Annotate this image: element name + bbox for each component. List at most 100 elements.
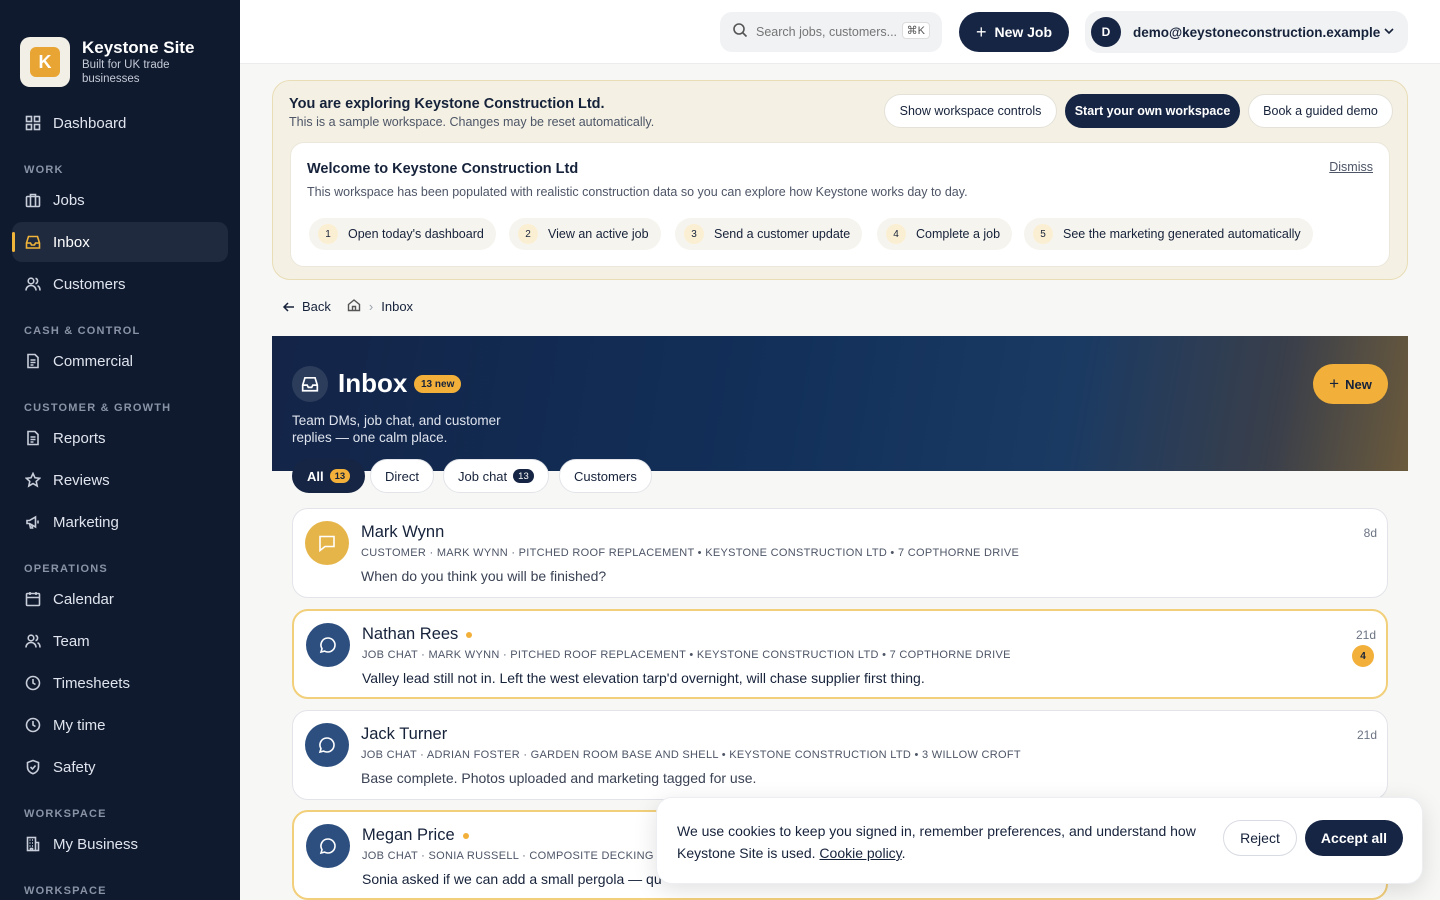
- sidebar-item-label: Safety: [53, 758, 96, 776]
- explore-title: You are exploring Keystone Construction …: [289, 96, 605, 112]
- cookie-policy-link[interactable]: Cookie policy: [819, 845, 901, 861]
- cookie-text: We use cookies to keep you signed in, re…: [677, 820, 1197, 864]
- conversation-meta: Job chat · Sonia Russell · Composite Dec…: [362, 850, 673, 862]
- sidebar-item-label: Marketing: [53, 513, 119, 531]
- welcome-subtitle: This workspace has been populated with r…: [307, 185, 968, 199]
- new-job-label: New Job: [994, 24, 1053, 40]
- sidebar-item-my-time[interactable]: My time: [12, 705, 228, 745]
- search-input[interactable]: [756, 25, 896, 39]
- shield-icon: [25, 759, 41, 775]
- tab-label: Direct: [385, 468, 419, 484]
- plus-icon: +: [975, 21, 987, 42]
- sidebar-item-reports[interactable]: Reports: [12, 418, 228, 458]
- message-circle-icon: [306, 623, 350, 667]
- team-icon: [25, 633, 41, 649]
- conversation-meta: Job chat · Adrian Foster · Garden Room B…: [361, 749, 1021, 761]
- section-label-growth: CUSTOMER & GROWTH: [24, 402, 172, 414]
- star-icon: [25, 472, 41, 488]
- reject-cookies-button[interactable]: Reject: [1223, 820, 1297, 856]
- show-workspace-controls-button[interactable]: Show workspace controls: [884, 94, 1057, 128]
- step-number: 5: [1033, 224, 1053, 244]
- step-number: 1: [318, 224, 338, 244]
- section-label-work: WORK: [24, 164, 64, 176]
- new-label: New: [1345, 376, 1372, 392]
- dismiss-link[interactable]: Dismiss: [1329, 160, 1373, 174]
- sidebar-item-dashboard[interactable]: Dashboard: [12, 103, 228, 143]
- step-number: 2: [518, 224, 538, 244]
- step-1[interactable]: 1 Open today's dashboard: [309, 218, 496, 250]
- sidebar-item-my-business[interactable]: My Business: [12, 824, 228, 864]
- section-label-cash: CASH & CONTROL: [24, 325, 141, 337]
- step-3[interactable]: 3 Send a customer update: [675, 218, 863, 250]
- new-job-button[interactable]: + New Job: [959, 12, 1069, 52]
- clock-icon: [25, 675, 41, 691]
- step-number: 3: [684, 224, 704, 244]
- brand-name: Keystone Site: [82, 38, 195, 57]
- conversation-row[interactable]: Jack Turner Job chat · Adrian Foster · G…: [292, 710, 1388, 800]
- inbox-icon: [292, 366, 328, 402]
- step-label: Send a customer update: [714, 227, 851, 241]
- users-icon: [25, 276, 41, 292]
- sidebar-item-commercial[interactable]: Commercial: [12, 341, 228, 381]
- unread-count-badge: 4: [1352, 645, 1374, 667]
- user-menu[interactable]: D demo@keystoneconstruction.example: [1085, 11, 1408, 53]
- inbox-hero: Inbox 13 new Team DMs, job chat, and cus…: [272, 336, 1408, 471]
- sender-name-text: Nathan Rees: [362, 625, 459, 643]
- search-box[interactable]: ⌘K: [720, 12, 942, 52]
- new-message-button[interactable]: + New: [1313, 364, 1388, 404]
- sidebar-item-label: Jobs: [53, 191, 85, 209]
- sidebar-item-inbox[interactable]: Inbox: [12, 222, 228, 262]
- tab-job-chat[interactable]: Job chat 13: [443, 459, 549, 493]
- sidebar-item-customers[interactable]: Customers: [12, 264, 228, 304]
- step-2[interactable]: 2 View an active job: [509, 218, 661, 250]
- sidebar-item-label: Calendar: [53, 590, 114, 608]
- sidebar-item-label: Customers: [53, 275, 126, 293]
- plus-icon: +: [1329, 374, 1340, 393]
- new-count-badge: 13 new: [414, 375, 462, 393]
- sidebar-item-marketing[interactable]: Marketing: [12, 502, 228, 542]
- tab-customers[interactable]: Customers: [559, 459, 652, 493]
- sidebar-item-calendar[interactable]: Calendar: [12, 579, 228, 619]
- breadcrumb-current: Inbox: [381, 299, 414, 314]
- tab-direct[interactable]: Direct: [370, 459, 434, 493]
- sidebar-item-label: Team: [53, 632, 90, 650]
- message-time: 21d: [1356, 728, 1377, 742]
- logo: K: [20, 37, 70, 87]
- back-button[interactable]: Back: [282, 299, 331, 314]
- book-demo-button[interactable]: Book a guided demo: [1248, 94, 1393, 128]
- conversation-row[interactable]: Mark Wynn Customer · Mark Wynn · Pitched…: [292, 508, 1388, 598]
- tab-all[interactable]: All 13: [292, 459, 366, 493]
- cookie-banner: We use cookies to keep you signed in, re…: [656, 797, 1423, 884]
- sidebar-item-timesheets[interactable]: Timesheets: [12, 663, 228, 703]
- step-label: View an active job: [548, 227, 649, 241]
- sidebar-item-label: Commercial: [53, 352, 134, 370]
- sender-name-text: Jack Turner: [361, 725, 448, 743]
- sidebar-item-jobs[interactable]: Jobs: [12, 180, 228, 220]
- brand[interactable]: K Keystone Site Built for UK trade busin…: [0, 0, 240, 100]
- cookie-message: We use cookies to keep you signed in, re…: [677, 823, 1196, 861]
- breadcrumb: Back › Inbox: [282, 298, 413, 315]
- calendar-icon: [25, 591, 41, 607]
- step-4[interactable]: 4 Complete a job: [877, 218, 1013, 250]
- tab-label: All: [307, 468, 324, 484]
- back-label: Back: [302, 299, 331, 314]
- section-label-operations: OPERATIONS: [24, 563, 108, 575]
- report-icon: [25, 430, 41, 446]
- sidebar-item-team[interactable]: Team: [12, 621, 228, 661]
- message-time: 21d: [1355, 628, 1376, 642]
- hero-subtitle: Team DMs, job chat, and customer replies…: [292, 413, 501, 445]
- step-5[interactable]: 5 See the marketing generated automatical…: [1024, 218, 1313, 250]
- accept-cookies-button[interactable]: Accept all: [1305, 820, 1403, 856]
- sidebar-item-label: My time: [53, 716, 106, 734]
- sidebar-item-safety[interactable]: Safety: [12, 747, 228, 787]
- sender-name: Mark Wynn: [361, 523, 444, 542]
- start-workspace-button[interactable]: Start your own workspace: [1065, 94, 1240, 128]
- sidebar-item-reviews[interactable]: Reviews: [12, 460, 228, 500]
- chat-bubble-icon: [305, 521, 349, 565]
- megaphone-icon: [25, 514, 41, 530]
- message-circle-icon: [306, 824, 350, 868]
- home-icon[interactable]: [347, 298, 361, 315]
- arrow-left-icon: [282, 301, 294, 312]
- conversation-row[interactable]: Nathan Rees Job chat · Mark Wynn · Pitch…: [292, 609, 1388, 699]
- inbox-icon: [25, 234, 41, 250]
